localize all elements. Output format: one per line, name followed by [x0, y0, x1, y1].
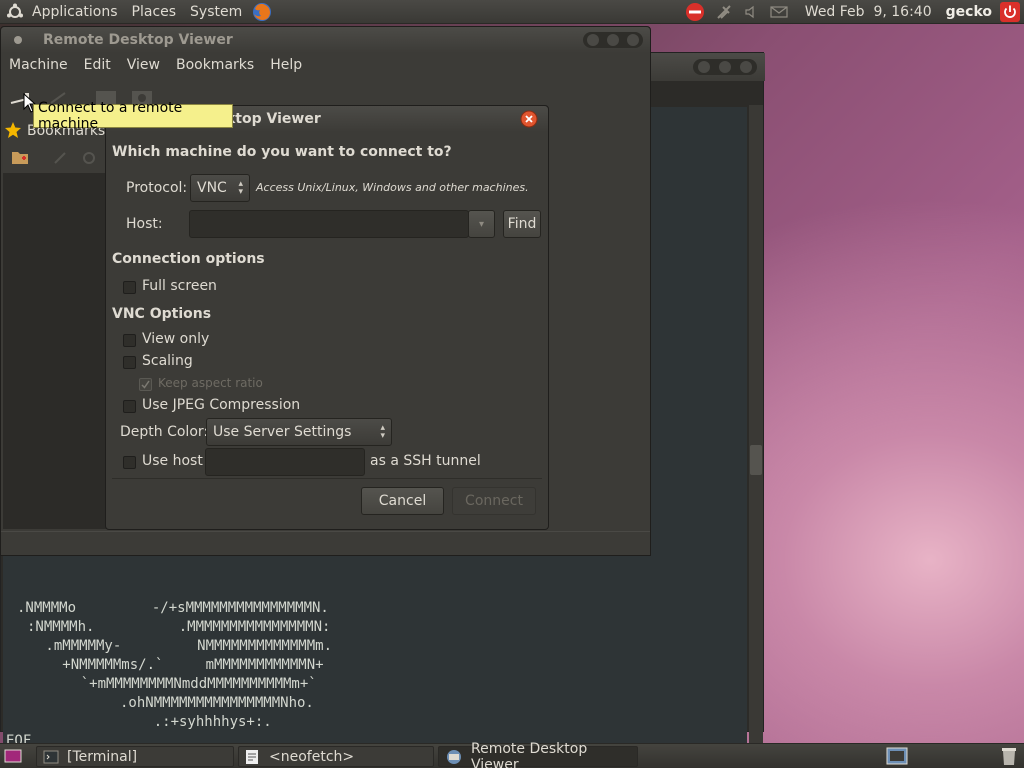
taskbar-neofetch[interactable]: <neofetch>: [238, 746, 434, 767]
mail-icon[interactable]: [769, 4, 789, 20]
scroll-thumb[interactable]: [750, 445, 762, 475]
viewer-title: Remote Desktop Viewer: [43, 32, 233, 48]
scaling-label[interactable]: Scaling: [142, 353, 193, 369]
workspace-switcher-icon[interactable]: [886, 747, 908, 765]
clock[interactable]: Wed Feb 9, 16:40: [805, 4, 932, 20]
vnc-options-heading: VNC Options: [112, 306, 212, 322]
taskbar-neofetch-label: <neofetch>: [269, 748, 355, 765]
connection-options-heading: Connection options: [112, 251, 265, 267]
taskbar-terminal-label: [Terminal]: [67, 748, 138, 765]
select-arrows-icon: ▴ ▾: [238, 179, 243, 197]
depth-color-label: Depth Color:: [120, 424, 209, 440]
connect-dialog: ktop Viewer Which machine do you want to…: [105, 105, 549, 530]
top-panel: Applications Places System Wed Feb 9, 16…: [0, 0, 1024, 24]
ascii-line: +NMMMMMms/.` mMMMMMMMMMMMN+: [37, 657, 324, 673]
depth-color-value: Use Server Settings: [213, 424, 352, 440]
taskbar-remote-desktop-viewer-label: Remote Desktop Viewer: [471, 740, 588, 768]
host-label: Host:: [126, 216, 163, 232]
trash-icon[interactable]: [1000, 746, 1018, 766]
host-input[interactable]: [189, 210, 469, 238]
network-icon[interactable]: [715, 3, 733, 21]
connect-button[interactable]: Connect: [452, 487, 536, 515]
menu-help[interactable]: Help: [262, 57, 310, 73]
firefox-icon[interactable]: [251, 1, 273, 23]
keep-aspect-checkbox: [139, 378, 152, 391]
applications-menu[interactable]: Applications: [0, 0, 125, 24]
taskbar-terminal[interactable]: [Terminal]: [36, 746, 234, 767]
applications-label: Applications: [32, 3, 118, 20]
host-history-dropdown[interactable]: ▾: [468, 210, 495, 238]
menu-bookmarks[interactable]: Bookmarks: [168, 57, 262, 73]
user-menu[interactable]: gecko: [946, 4, 992, 20]
dialog-question: Which machine do you want to connect to?: [112, 144, 452, 160]
remote-desktop-icon: [445, 749, 463, 765]
jpeg-compression-checkbox[interactable]: [123, 400, 136, 413]
view-only-label[interactable]: View only: [142, 331, 209, 347]
bookmarks-sidebar: Bookmarks: [3, 119, 107, 529]
protocol-label: Protocol:: [126, 180, 188, 196]
edit-bookmark-icon: [53, 151, 69, 165]
jpeg-compression-label[interactable]: Use JPEG Compression: [142, 397, 300, 413]
window-controls[interactable]: [583, 32, 643, 48]
dialog-title: ktop Viewer: [226, 111, 321, 127]
protocol-select[interactable]: VNC ▴ ▾: [190, 174, 250, 202]
bottom-panel: [Terminal] <neofetch> Remote Desktop Vie…: [0, 741, 1024, 768]
checkmark-icon: [141, 380, 150, 389]
ascii-line: .ohNMMMMMMMMMMMMMMMNho.: [61, 695, 314, 711]
button-separator: [112, 478, 542, 479]
menu-machine[interactable]: Machine: [1, 57, 76, 73]
ascii-line: .NMMMMo -/+sMMMMMMMMMMMMMMMN.: [17, 600, 329, 616]
window-controls[interactable]: [693, 59, 757, 75]
power-icon[interactable]: [1000, 1, 1020, 22]
text-editor-icon: [245, 749, 261, 765]
ssh-tunnel-checkbox[interactable]: [123, 456, 136, 469]
ascii-line: .:+syhhhhys+:.: [61, 714, 272, 730]
view-only-checkbox[interactable]: [123, 334, 136, 347]
connect-tooltip: Connect to a remote machine: [33, 100, 233, 132]
use-host-label[interactable]: Use host: [142, 453, 203, 469]
protocol-value: VNC: [197, 180, 227, 196]
terminal-vertical-scrollbar[interactable]: [749, 105, 763, 763]
ascii-line: `+mMMMMMMMMNmddMMMMMMMMMMm+`: [47, 676, 317, 692]
system-menu[interactable]: System: [183, 0, 249, 24]
chevron-down-icon: ▾: [478, 218, 485, 230]
viewer-statusbar: [1, 531, 650, 555]
viewer-titlebar[interactable]: Remote Desktop Viewer: [1, 27, 650, 53]
full-screen-checkbox[interactable]: [123, 281, 136, 294]
star-icon: [4, 121, 22, 139]
ssh-tunnel-label: as a SSH tunnel: [370, 453, 481, 469]
volume-icon[interactable]: [743, 4, 759, 20]
close-icon[interactable]: [520, 110, 538, 128]
ascii-line: .mMMMMMy- NMMMMMMMMMMMMMm.: [37, 638, 333, 654]
full-screen-label[interactable]: Full screen: [142, 278, 217, 294]
menu-edit[interactable]: Edit: [76, 57, 119, 73]
protocol-hint: Access Unix/Linux, Windows and other mac…: [256, 181, 529, 194]
select-arrows-icon: ▴ ▾: [380, 423, 385, 441]
places-menu[interactable]: Places: [125, 0, 184, 24]
ascii-line: :NMMMMh. .MMMMMMMMMMMMMMMN:: [27, 619, 331, 635]
keep-aspect-label: Keep aspect ratio: [158, 376, 263, 390]
add-bookmark-folder-icon[interactable]: [11, 149, 29, 165]
bookmarks-list[interactable]: [3, 173, 107, 529]
menu-view[interactable]: View: [119, 57, 168, 73]
viewer-menubar: Machine Edit View Bookmarks Help: [1, 53, 650, 77]
cancel-button[interactable]: Cancel: [361, 487, 444, 515]
find-button[interactable]: Find: [503, 210, 541, 238]
depth-color-select[interactable]: Use Server Settings ▴ ▾: [206, 418, 392, 446]
taskbar-remote-desktop-viewer[interactable]: Remote Desktop Viewer: [438, 741, 638, 768]
ssh-host-input[interactable]: [205, 448, 365, 476]
remove-bookmark-icon: [81, 151, 97, 165]
scaling-checkbox[interactable]: [123, 356, 136, 369]
show-desktop-icon[interactable]: [4, 748, 22, 764]
window-menu-icon[interactable]: [13, 35, 23, 45]
terminal-icon: [43, 750, 59, 764]
ubuntu-logo-icon: [6, 3, 24, 21]
do-not-disturb-icon[interactable]: [685, 2, 705, 22]
